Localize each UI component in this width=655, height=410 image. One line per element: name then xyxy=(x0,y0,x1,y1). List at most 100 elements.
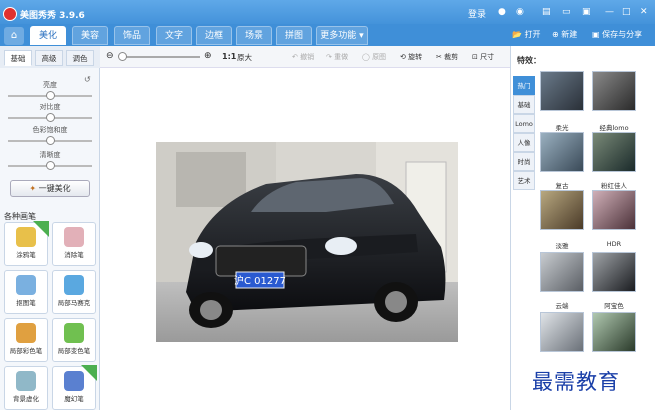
brush-cutout-label: 抠图笔 xyxy=(16,299,36,307)
sharpness-slider[interactable] xyxy=(8,161,92,170)
tab-more-label: 更多功能 xyxy=(320,31,357,41)
minimize-icon[interactable]: — xyxy=(605,7,614,17)
tab-scene[interactable]: 场景 xyxy=(236,26,272,45)
zoom-knob[interactable] xyxy=(118,52,127,61)
brightness-knob[interactable] xyxy=(46,91,55,100)
restore-button[interactable]: ◯ 原图 xyxy=(362,52,386,62)
login-link[interactable]: 登录 xyxy=(468,7,486,20)
effect-cat-basic[interactable]: 基础 xyxy=(513,95,535,114)
new-badge xyxy=(81,365,97,381)
feedback-icon[interactable]: ▤ xyxy=(542,7,551,17)
edited-photo[interactable]: 沪C 01277 xyxy=(156,142,458,342)
open-button[interactable]: 📂 打开 xyxy=(512,29,541,40)
effect-label-pink: 粉红佳人 xyxy=(601,182,627,190)
effect-thumb-pink[interactable] xyxy=(592,190,636,230)
contrast-slider[interactable] xyxy=(8,113,92,122)
tab-accessory[interactable]: 饰品 xyxy=(114,26,150,45)
ratio-button[interactable]: 1:1 xyxy=(222,52,236,61)
undo-label: 撤销 xyxy=(300,53,315,61)
onekey-label: 一键美化 xyxy=(38,184,71,193)
effect-thumb[interactable] xyxy=(592,71,636,111)
effect-thumb-hdr[interactable] xyxy=(592,252,636,292)
effect-cat-art[interactable]: 艺术 xyxy=(513,171,535,190)
redo-button[interactable]: ↷ 重做 xyxy=(326,52,348,62)
effect-label-abao: 阿宝色 xyxy=(604,302,624,310)
tab-beautify[interactable]: 美化 xyxy=(30,26,66,45)
subtab-advanced[interactable]: 高级 xyxy=(35,50,63,66)
brush-eraser[interactable]: 消除笔 xyxy=(52,222,96,266)
tab-collage[interactable]: 拼图 xyxy=(276,26,312,45)
mosaic-icon xyxy=(64,275,84,295)
tab-face[interactable]: 美容 xyxy=(72,26,108,45)
effect-cat-portrait[interactable]: 人像 xyxy=(513,133,535,152)
effect-thumb-abao[interactable] xyxy=(592,312,636,352)
effect-thumb[interactable] xyxy=(540,71,584,111)
contrast-label: 对比度 xyxy=(39,103,61,111)
crop-button[interactable]: ✂ 裁剪 xyxy=(436,52,458,62)
new-badge xyxy=(33,221,49,237)
watermark-text: 最需教育 xyxy=(532,370,620,394)
rotate-button[interactable]: ⟲ 旋转 xyxy=(400,52,422,62)
brush-recolor[interactable]: 局部变色笔 xyxy=(52,318,96,362)
new-button[interactable]: ⊕ 新建 xyxy=(552,29,577,40)
brush-partial-color[interactable]: 局部彩色笔 xyxy=(4,318,48,362)
brush-section-title: 各种画笔 xyxy=(4,212,36,221)
maximize-icon[interactable]: □ xyxy=(622,7,631,17)
subtab-basic[interactable]: 基础 xyxy=(4,50,32,66)
zoom-in-icon[interactable]: ⊕ xyxy=(204,51,212,61)
effect-thumb-elegant[interactable] xyxy=(540,252,584,292)
sharpness-knob[interactable] xyxy=(46,161,55,170)
brightness-label: 亮度 xyxy=(43,81,57,89)
contrast-knob[interactable] xyxy=(46,113,55,122)
color-brush-icon xyxy=(16,323,36,343)
user-icon[interactable]: ● xyxy=(498,7,506,17)
tab-more[interactable]: 更多功能 ▾ xyxy=(316,26,368,45)
effect-cat-fashion[interactable]: 时尚 xyxy=(513,152,535,171)
effect-thumb-soft[interactable] xyxy=(540,132,584,172)
tab-frame[interactable]: 边框 xyxy=(196,26,232,45)
brightness-slider[interactable] xyxy=(8,91,92,100)
brush-magic[interactable]: 魔幻笔 xyxy=(52,365,97,410)
brush-doodle-label: 涂鸦笔 xyxy=(16,251,36,259)
brush-cutout[interactable]: 抠图笔 xyxy=(4,270,48,314)
magic-wand-icon: ✦ xyxy=(29,184,37,193)
skin-icon[interactable]: ▣ xyxy=(582,7,591,17)
effect-cat-hot[interactable]: 热门 xyxy=(513,76,535,95)
saturation-slider[interactable] xyxy=(8,136,92,145)
effect-thumb-cloud[interactable] xyxy=(540,312,584,352)
brush-mosaic[interactable]: 局部马赛克 xyxy=(52,270,96,314)
subtab-color[interactable]: 调色 xyxy=(66,50,94,66)
left-panel: 基础 高级 调色 ↺ 亮度 对比度 色彩饱和度 清晰度 ✦ 一键美化 各种画笔 … xyxy=(0,46,100,410)
eraser-icon xyxy=(64,227,84,247)
brush-blur[interactable]: 背景虚化 xyxy=(4,366,48,410)
recolor-icon xyxy=(64,323,84,343)
resize-button[interactable]: ⊡ 尺寸 xyxy=(472,52,494,62)
effect-label-cloud: 云端 xyxy=(555,302,569,310)
effect-thumb-retro[interactable] xyxy=(540,190,584,230)
zoom-slider[interactable] xyxy=(118,52,200,61)
restore-label: 原图 xyxy=(372,53,387,61)
blur-icon xyxy=(16,371,36,391)
brush-recolor-label: 局部变色笔 xyxy=(57,347,91,355)
original-size-button[interactable]: 原大 xyxy=(237,52,252,63)
close-icon[interactable]: ✕ xyxy=(640,7,648,17)
main-nav: ⌂ 美化 美容 饰品 文字 边框 场景 拼图 更多功能 ▾ 📂 打开 ⊕ 新建 … xyxy=(0,24,655,46)
weibo-icon[interactable]: ◉ xyxy=(516,7,524,17)
sharpness-label: 清晰度 xyxy=(39,151,61,159)
message-icon[interactable]: ▭ xyxy=(562,7,571,17)
size-label: 尺寸 xyxy=(480,53,495,61)
brush-partial-color-label: 局部彩色笔 xyxy=(9,347,43,355)
one-click-beautify-button[interactable]: ✦ 一键美化 xyxy=(10,180,90,197)
effect-thumb-lomo[interactable] xyxy=(592,132,636,172)
effect-cat-lomo[interactable]: Lomo xyxy=(513,114,535,133)
saturation-knob[interactable] xyxy=(46,136,55,145)
zoom-out-icon[interactable]: ⊖ xyxy=(106,51,114,61)
save-button[interactable]: ▣ 保存与分享 xyxy=(592,29,642,40)
brush-doodle[interactable]: 涂鸦笔 xyxy=(4,221,49,266)
undo-button[interactable]: ↶ 撤销 xyxy=(292,52,314,62)
home-button[interactable]: ⌂ xyxy=(4,27,24,45)
home-icon: ⌂ xyxy=(10,30,18,41)
tab-text[interactable]: 文字 xyxy=(156,26,192,45)
license-plate: 沪C 01277 xyxy=(234,274,286,287)
canvas-toolbar: ⊖ ⊕ 1:1 原大 ↶ 撤销 ↷ 重做 ◯ 原图 ⟲ 旋转 ✂ 裁剪 ⊡ 尺寸 xyxy=(100,46,510,68)
